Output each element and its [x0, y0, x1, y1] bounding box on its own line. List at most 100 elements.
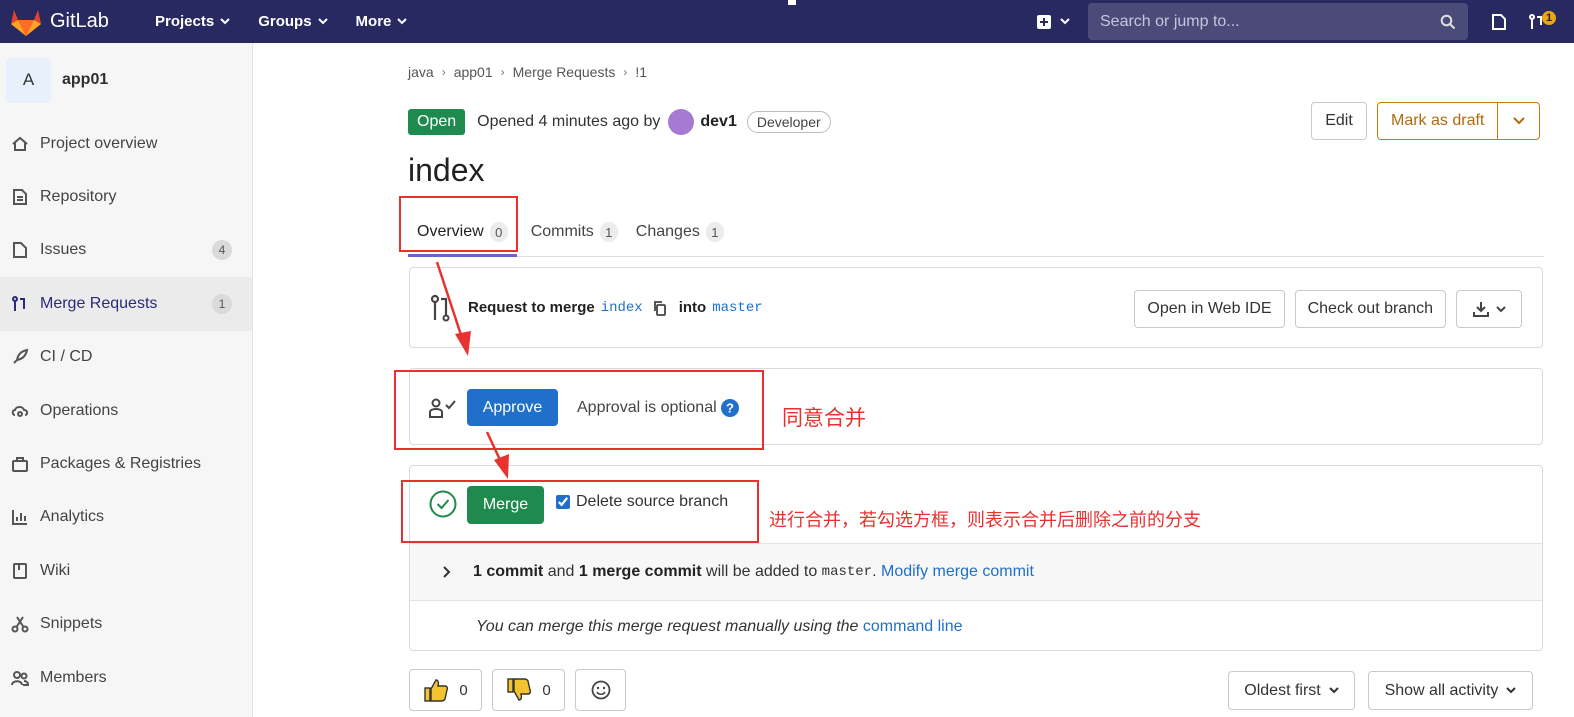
author-link[interactable]: dev1 — [700, 113, 736, 131]
merge-requests-count-badge: 1 — [212, 293, 232, 314]
sidebar-item-project-overview[interactable]: Project overview — [0, 117, 252, 170]
tab-changes[interactable]: Changes 1 — [627, 209, 733, 255]
breadcrumb-merge-requests[interactable]: Merge Requests — [513, 64, 616, 80]
chevron-right-icon: › — [441, 65, 446, 79]
commit-summary-row[interactable]: 1 commit and 1 merge commit will be adde… — [410, 543, 1542, 601]
sidebar-item-label: Repository — [40, 188, 117, 206]
status-badge: Open — [408, 109, 466, 135]
avatar[interactable] — [668, 109, 695, 135]
chevron-down-icon — [1513, 117, 1525, 125]
sidebar-item-members[interactable]: Members — [0, 651, 252, 704]
sidebar-item-issues[interactable]: Issues 4 — [0, 224, 252, 277]
sidebar-item-wiki[interactable]: Wiki — [0, 544, 252, 597]
draft-button-group: Mark as draft — [1377, 102, 1541, 140]
sort-order-label: Oldest first — [1244, 681, 1321, 699]
search-input[interactable] — [1100, 12, 1420, 31]
tab-label: Changes — [635, 223, 700, 240]
breadcrumb-mr-id[interactable]: !1 — [635, 64, 647, 80]
project-sidebar: A app01 Project overview Repository Issu… — [0, 43, 253, 717]
merge-commit-count: 1 merge commit — [578, 563, 702, 580]
project-header[interactable]: A app01 — [0, 43, 252, 117]
thumbs-down-button[interactable]: 0 — [492, 669, 565, 711]
target-branch-link[interactable]: master — [712, 300, 762, 316]
sidebar-item-analytics[interactable]: Analytics — [0, 491, 252, 544]
draft-dropdown-toggle[interactable] — [1498, 103, 1539, 139]
checkout-branch-button[interactable]: Check out branch — [1294, 290, 1446, 328]
cursor-mark — [788, 0, 796, 5]
breadcrumb-app01[interactable]: app01 — [454, 64, 493, 80]
thumbs-up-count: 0 — [459, 681, 468, 699]
issues-icon — [1492, 13, 1506, 30]
activity-filter-dropdown[interactable]: Show all activity — [1368, 671, 1533, 710]
mr-tabs: Overview 0 Commits 1 Changes 1 — [408, 209, 1544, 257]
sidebar-item-packages[interactable]: Packages & Registries — [0, 437, 252, 490]
sidebar-item-merge-requests[interactable]: Merge Requests 1 — [0, 277, 252, 331]
command-line-link[interactable]: command line — [863, 618, 963, 635]
project-name: app01 — [62, 71, 109, 88]
tab-commits[interactable]: Commits 1 — [522, 209, 627, 255]
issues-count-badge: 4 — [212, 240, 232, 261]
top-navbar: GitLab Projects Groups More 1 — [0, 0, 1574, 43]
breadcrumb-java[interactable]: java — [408, 64, 434, 80]
rocket-icon — [10, 347, 30, 367]
mark-as-draft-button[interactable]: Mark as draft — [1378, 103, 1499, 139]
sidebar-item-label: Merge Requests — [40, 294, 158, 312]
chart-icon — [10, 507, 30, 527]
nav-projects-label: Projects — [155, 13, 215, 30]
gitlab-home-link[interactable]: GitLab — [10, 7, 130, 37]
nav-groups-label: Groups — [258, 13, 312, 30]
sidebar-item-label: Members — [40, 668, 107, 686]
sidebar-item-operations[interactable]: Operations — [0, 384, 252, 437]
edit-button[interactable]: Edit — [1311, 102, 1367, 140]
tab-count: 1 — [599, 222, 618, 242]
chevron-down-icon — [1506, 687, 1517, 694]
home-icon — [10, 134, 30, 154]
download-dropdown-button[interactable] — [1456, 290, 1522, 328]
merge-description: Request to merge index into master — [468, 299, 763, 316]
search-box[interactable] — [1088, 3, 1468, 40]
chevron-down-icon — [317, 18, 328, 25]
opened-info: Opened 4 minutes ago by — [477, 113, 661, 130]
nav-projects[interactable]: Projects — [155, 13, 230, 30]
sidebar-item-repository[interactable]: Repository — [0, 170, 252, 223]
chevron-down-icon — [220, 18, 230, 25]
sidebar-item-label: Project overview — [40, 134, 158, 152]
modify-merge-commit-link[interactable]: Modify merge commit — [881, 563, 1034, 581]
sidebar-item-ci-cd[interactable]: CI / CD — [0, 331, 252, 384]
plus-square-icon — [1037, 14, 1051, 29]
issues-shortcut[interactable] — [1490, 13, 1508, 31]
thumbs-up-icon — [423, 677, 449, 703]
nav-groups[interactable]: Groups — [258, 13, 328, 30]
sort-order-dropdown[interactable]: Oldest first — [1228, 671, 1355, 710]
request-prefix: Request to merge — [468, 299, 595, 316]
annotation-approve-note: 同意合并 — [782, 406, 866, 430]
download-icon — [1473, 302, 1489, 317]
sidebar-item-label: Operations — [40, 401, 119, 419]
copy-icon[interactable] — [653, 300, 667, 316]
commit-count: 1 commit — [473, 563, 544, 580]
new-dropdown-button[interactable] — [1036, 14, 1070, 30]
nav-more[interactable]: More — [356, 13, 408, 30]
manual-merge-text: You can merge this merge request manuall… — [476, 618, 859, 635]
document-icon — [10, 187, 30, 207]
mr-count-badge: 1 — [1542, 10, 1557, 25]
sidebar-item-snippets[interactable]: Snippets — [0, 598, 252, 651]
source-branch-link[interactable]: index — [601, 300, 643, 316]
chevron-right-icon[interactable] — [443, 566, 451, 578]
gitlab-logo-icon — [11, 9, 41, 36]
sidebar-item-label: CI / CD — [40, 348, 93, 366]
open-web-ide-button[interactable]: Open in Web IDE — [1134, 290, 1285, 328]
chevron-down-icon — [1329, 687, 1339, 694]
project-avatar: A — [6, 57, 51, 103]
merge-requests-shortcut[interactable]: 1 — [1528, 10, 1557, 31]
manual-merge-hint: You can merge this merge request manuall… — [476, 618, 963, 636]
add-reaction-button[interactable] — [575, 669, 626, 711]
sidebar-item-label: Snippets — [40, 615, 103, 633]
brand-name: GitLab — [50, 10, 109, 32]
package-icon — [10, 454, 30, 474]
thumbs-up-button[interactable]: 0 — [409, 669, 482, 711]
annotation-approve-box — [394, 370, 764, 450]
role-badge: Developer — [746, 111, 831, 133]
cloud-gear-icon — [10, 401, 30, 421]
annotation-overview-box — [399, 196, 518, 252]
